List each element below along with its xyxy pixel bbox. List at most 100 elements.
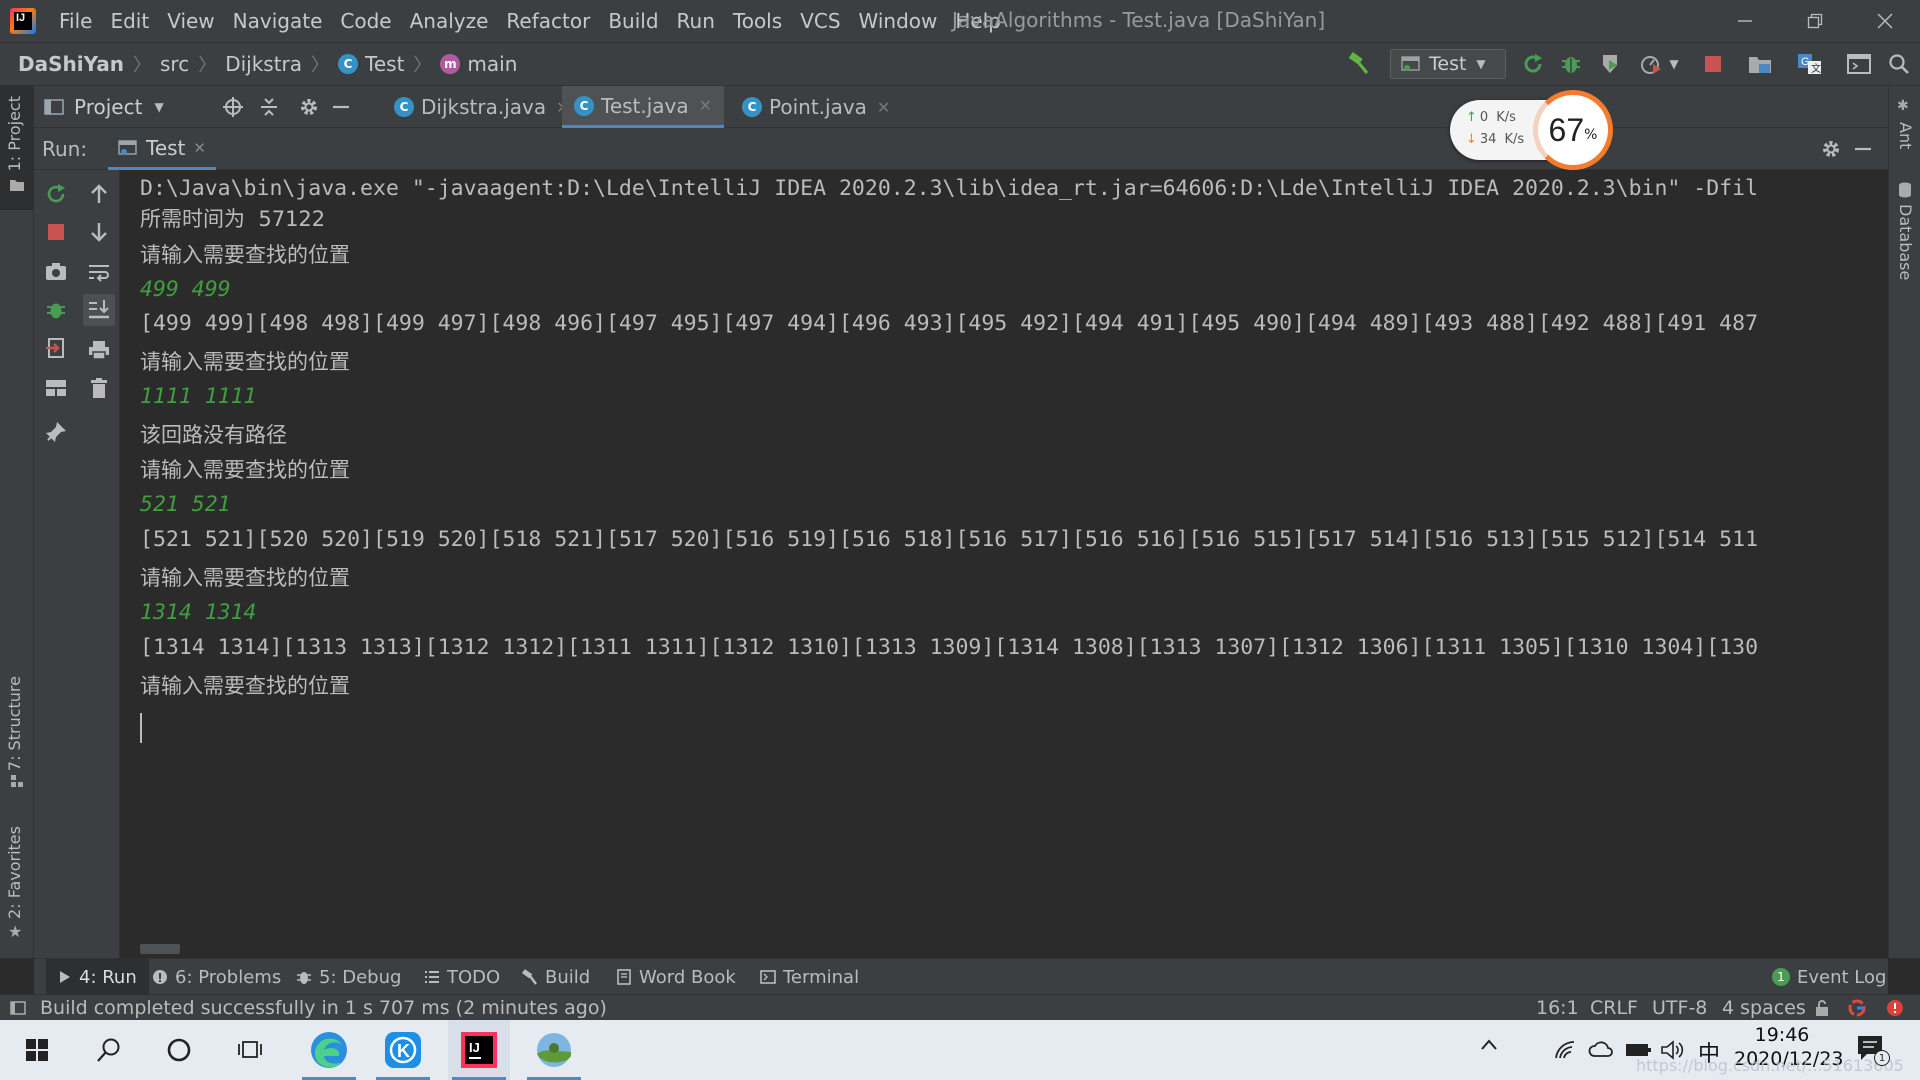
run-configuration-select[interactable]: Test ▼ [1390,49,1506,79]
debug-button[interactable] [44,298,68,322]
menu-edit[interactable]: Edit [101,0,158,42]
structure-tool-tab[interactable]: 7: Structure [0,676,34,796]
rerun-button[interactable] [44,182,68,206]
indent-setting[interactable]: 4 spaces [1722,997,1806,1019]
hide-panel-button[interactable] [328,94,354,120]
breadcrumb-package[interactable]: Dijkstra [225,52,302,76]
taskbar-intellij[interactable]: IJ [448,1020,510,1080]
event-log-button[interactable]: 1 Event Log [1772,959,1886,995]
favorites-tool-tab[interactable]: 2: Favorites ★ [0,826,34,946]
tab-build[interactable]: Build [522,959,590,995]
dropdown-arrow-icon: ▼ [1669,57,1679,71]
profile-button[interactable] [1638,51,1664,77]
stop-button[interactable] [1700,51,1726,77]
run-console-output[interactable]: D:\Java\bin\java.exe "-javaagent:D:\Lde\… [120,170,1888,958]
action-center-button[interactable]: 1 [1856,1034,1890,1066]
status-message[interactable]: Build completed successfully in 1 s 707 … [40,997,607,1019]
hide-run-panel-button[interactable] [1850,136,1876,162]
project-structure-button[interactable] [1747,51,1773,77]
debug-button[interactable] [1558,51,1584,77]
pin-tab-button[interactable] [44,420,68,444]
cortana-button[interactable] [148,1020,210,1080]
layout-button[interactable] [44,376,68,400]
collapse-all-button[interactable] [256,94,282,120]
horizontal-scrollbar-thumb[interactable] [140,944,180,954]
thread-dump-button[interactable] [44,260,68,284]
tab-todo[interactable]: TODO [424,959,500,995]
scroll-down-button[interactable] [87,220,111,244]
restore-button[interactable] [1780,0,1850,42]
file-encoding[interactable]: UTF-8 [1652,997,1707,1019]
tab-dijkstra-java[interactable]: C Dijkstra.java ✕ [382,86,582,128]
breadcrumb-src[interactable]: src [160,52,189,76]
close-window-button[interactable] [1850,0,1920,42]
database-tool-tab[interactable]: Database [1889,182,1920,292]
tab-problems[interactable]: 6: Problems [152,959,281,995]
svg-text:K: K [397,1041,410,1061]
scroll-up-button[interactable] [87,182,111,206]
taskbar-edge[interactable] [298,1020,360,1080]
tab-debug[interactable]: 5: Debug [296,959,401,995]
menu-run[interactable]: Run [668,0,724,42]
wifi-icon[interactable] [1554,1040,1576,1060]
project-tool-tab[interactable]: 1: Project [0,86,34,210]
tab-point-java[interactable]: C Point.java ✕ [730,86,902,128]
run-with-coverage-button[interactable] [1598,51,1624,77]
close-icon[interactable]: ✕ [877,98,890,117]
print-button[interactable] [87,338,111,362]
tab-word-book[interactable]: Word Book [616,959,736,995]
menu-build[interactable]: Build [599,0,667,42]
close-icon[interactable]: ✕ [699,96,712,115]
caret-position[interactable]: 16:1 [1536,997,1579,1019]
menu-code[interactable]: Code [331,0,400,42]
tab-run[interactable]: 4: Run [46,959,149,995]
menu-file[interactable]: File [50,0,101,42]
ant-tool-tab[interactable]: ✱ Ant [1889,98,1920,162]
restore-layout-button[interactable] [44,336,68,360]
task-view-button[interactable] [220,1020,282,1080]
lock-icon[interactable] [1814,999,1830,1017]
menu-view[interactable]: View [158,0,223,42]
search-button[interactable] [78,1020,140,1080]
menu-vcs[interactable]: VCS [791,0,849,42]
tab-test-java[interactable]: C Test.java ✕ [562,86,725,128]
menu-window[interactable]: Window [850,0,947,42]
search-everywhere-button[interactable] [1886,51,1912,77]
taskbar-photo-app[interactable] [523,1020,585,1080]
close-icon[interactable]: ✕ [193,139,206,157]
menu-tools[interactable]: Tools [724,0,791,42]
profile-dropdown-button[interactable]: ▼ [1665,51,1683,77]
menu-analyze[interactable]: Analyze [401,0,498,42]
google-icon[interactable] [1848,999,1866,1017]
status-toggle-icon[interactable] [10,1000,26,1016]
minimize-button[interactable] [1710,0,1780,42]
rerun-button[interactable] [1520,51,1546,77]
soft-wrap-button[interactable] [87,260,111,284]
error-icon[interactable] [1886,999,1904,1017]
locate-file-button[interactable] [220,94,246,120]
tab-terminal[interactable]: Terminal [760,959,859,995]
project-view-selector[interactable]: Project ▼ [44,86,164,128]
run-panel-settings-button[interactable] [1818,136,1844,162]
status-bar: Build completed successfully in 1 s 707 … [0,994,1920,1020]
cloud-icon[interactable] [1588,1040,1614,1058]
line-separator[interactable]: CRLF [1590,997,1638,1019]
stop-button[interactable] [44,220,68,244]
terminal-button[interactable] [1846,51,1872,77]
start-button[interactable] [6,1020,68,1080]
breadcrumb-method[interactable]: m main [440,52,517,76]
scroll-to-end-button[interactable] [83,294,115,326]
run-tab-test[interactable]: Test ✕ [108,128,216,170]
breadcrumb-project[interactable]: DaShiYan [18,52,124,76]
taskbar-app-k[interactable]: K [372,1020,434,1080]
clear-all-button[interactable] [87,376,111,400]
memory-usage-gauge[interactable]: 67% [1533,90,1613,170]
menu-refactor[interactable]: Refactor [497,0,599,42]
breadcrumb-class[interactable]: C Test [338,52,404,76]
translate-button[interactable]: G文 [1797,51,1823,77]
show-hidden-icons-button[interactable] [1480,1038,1498,1052]
build-hammer-button[interactable] [1346,51,1372,77]
project-settings-button[interactable] [296,94,322,120]
menu-navigate[interactable]: Navigate [224,0,332,42]
console-line: D:\Java\bin\java.exe "-javaagent:D:\Lde\… [140,176,1759,201]
